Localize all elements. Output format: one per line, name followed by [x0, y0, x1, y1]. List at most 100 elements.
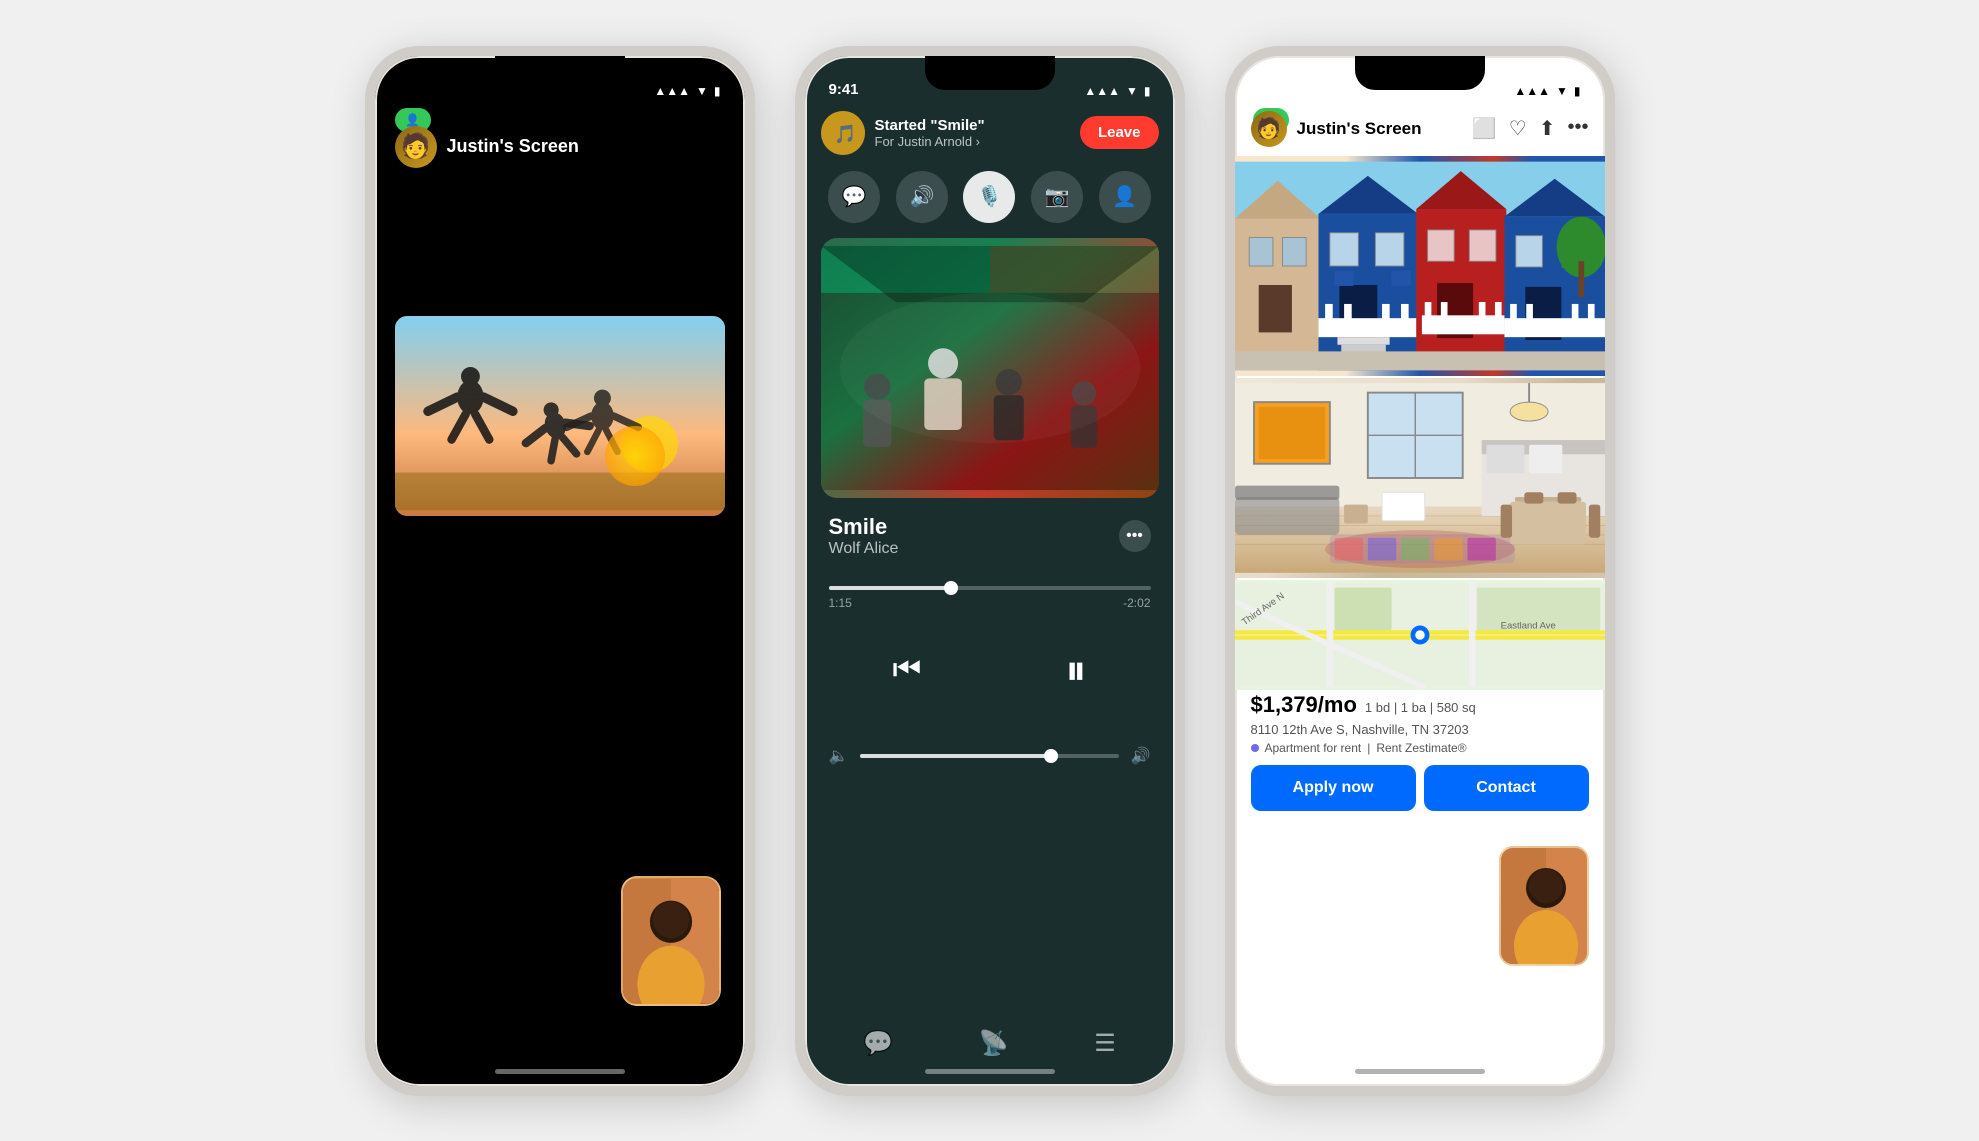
shareplay-info: Started "Smile" For Justin Arnold › [875, 117, 1070, 149]
property-details: $1,379/mo 1 bd | 1 ba | 580 sq 8110 12th… [1251, 692, 1589, 811]
price-line: $1,379/mo 1 bd | 1 ba | 580 sq [1251, 692, 1589, 718]
skydive-svg [395, 316, 725, 516]
playback-controls: ⏮ ⏸ [821, 646, 1159, 695]
camera-button[interactable]: 📷 [1031, 171, 1083, 223]
camera-icon: 📷 [1045, 184, 1070, 209]
zillow-facetime-pip[interactable] [1499, 846, 1589, 966]
property-type-line: Apartment for rent | Rent Zestimate® [1251, 741, 1589, 755]
facetime-pip[interactable] [621, 876, 721, 1006]
album-art-svg [821, 238, 1159, 498]
shareplay-header: 🎵 Started "Smile" For Justin Arnold › Le… [821, 111, 1159, 155]
apt-dot [1251, 744, 1259, 752]
phone1-signal-icon: ▲▲▲ [654, 84, 690, 98]
phone3-wrapper: ▲▲▲ ▼ ▮ 👤 🧑 Justin's Screen ⬜ ♡ ⬆ ••• [1225, 46, 1615, 1096]
skydive-video [395, 316, 725, 516]
track-info: Smile Wolf Alice ••• [829, 514, 1151, 558]
vol-high-icon: 🔊 [1131, 746, 1151, 766]
property-price: $1,379/mo [1251, 692, 1357, 718]
pip-person-svg [623, 876, 719, 1006]
phone1-home-indicator [495, 1069, 625, 1074]
shareplay-avatar-svg: 🎵 [821, 111, 865, 155]
contact-button[interactable]: Contact [1424, 765, 1589, 811]
property-specs: 1 bd | 1 ba | 580 sq [1365, 700, 1476, 715]
property-address: 8110 12th Ave S, Nashville, TN 37203 [1251, 722, 1589, 737]
progress-area: 1:15 -2:02 [829, 586, 1151, 610]
time-labels: 1:15 -2:02 [829, 596, 1151, 610]
phone2-wrapper: 9:41 ▲▲▲ ▼ ▮ 🎵 Started "Smile" For Justi… [795, 46, 1185, 1096]
speaker-icon: 🔊 [909, 184, 934, 209]
zillow-pip-svg [1501, 846, 1587, 966]
townhouse-svg [1235, 156, 1605, 376]
volume-bar[interactable] [860, 754, 1118, 758]
zillow-screen-title: Justin's Screen [1297, 119, 1462, 139]
phone1-status-icons: ▲▲▲ ▼ ▮ [654, 84, 720, 98]
phone1-header: 🧑 Justin's Screen [395, 126, 725, 168]
property-exterior-image [1235, 156, 1605, 376]
avatar-emoji: 🧑 [401, 132, 431, 161]
apply-now-button[interactable]: Apply now [1251, 765, 1416, 811]
phone2: 9:41 ▲▲▲ ▼ ▮ 🎵 Started "Smile" For Justi… [795, 46, 1185, 1096]
chat-icon: 💬 [842, 184, 867, 209]
shareplay-avatar: 🎵 [821, 111, 865, 155]
track-title: Smile [829, 514, 899, 540]
phone3-signal-icon: ▲▲▲ [1514, 84, 1550, 98]
phone1-wrapper: ▲▲▲ ▼ ▮ 👤 🧑 Justin's Screen [365, 46, 755, 1096]
shareplay-started-label: Started "Smile" [875, 117, 1070, 134]
shareplay-for-label: For Justin Arnold › [875, 134, 1070, 149]
more-icon[interactable]: ••• [1567, 116, 1588, 141]
share-icon[interactable]: ⬜ [1472, 116, 1497, 141]
leave-button[interactable]: Leave [1080, 116, 1159, 149]
phone3-home-indicator [1355, 1069, 1485, 1074]
more-options-button[interactable]: ••• [1119, 520, 1151, 552]
progress-bar-fill [829, 586, 948, 590]
phone2-notch [925, 56, 1055, 90]
sun-decoration [605, 426, 665, 486]
ellipsis-icon: ••• [1126, 527, 1143, 545]
phone2-battery-icon: ▮ [1144, 84, 1151, 98]
speaker-button[interactable]: 🔊 [896, 171, 948, 223]
queue-tab[interactable]: ☰ [1094, 1029, 1116, 1058]
phone2-time: 9:41 [829, 81, 859, 98]
vol-low-icon: 🔈 [829, 746, 849, 766]
lyrics-tab[interactable]: 💬 [863, 1029, 893, 1058]
phone3-battery-icon: ▮ [1574, 84, 1581, 98]
zillow-header: 🧑 Justin's Screen ⬜ ♡ ⬆ ••• [1251, 111, 1589, 147]
zillow-header-icons: ⬜ ♡ ⬆ ••• [1472, 116, 1589, 141]
mic-button[interactable]: 🎙️ [963, 171, 1015, 223]
elapsed-time: 1:15 [829, 596, 852, 610]
interior-svg [1235, 378, 1605, 578]
phone1-battery-icon: ▮ [714, 84, 721, 98]
pause-button[interactable]: ⏸ [1065, 646, 1086, 695]
phone1-wifi-icon: ▼ [696, 84, 708, 98]
phone2-signal-icon: ▲▲▲ [1084, 84, 1120, 98]
shareplay-icon: 👤 [405, 113, 420, 127]
favorite-icon[interactable]: ♡ [1509, 116, 1527, 141]
chat-button[interactable]: 💬 [828, 171, 880, 223]
phone2-home-indicator [925, 1069, 1055, 1074]
volume-slider-area: 🔈 🔊 [829, 746, 1151, 766]
progress-bar-bg [829, 586, 1151, 590]
zestimate-label: Rent Zestimate® [1376, 741, 1466, 755]
property-type: Apartment for rent [1265, 741, 1362, 755]
phone3: ▲▲▲ ▼ ▮ 👤 🧑 Justin's Screen ⬜ ♡ ⬆ ••• [1225, 46, 1615, 1096]
phone3-notch [1355, 56, 1485, 90]
music-tabbar: 💬 📡 ☰ [821, 1029, 1159, 1058]
remaining-time: -2:02 [1123, 596, 1150, 610]
upload-icon[interactable]: ⬆ [1539, 116, 1556, 141]
svg-text:🎵: 🎵 [834, 124, 856, 144]
mic-icon: 🎙️ [977, 184, 1002, 209]
track-text: Smile Wolf Alice [829, 514, 899, 558]
volume-fill [860, 754, 1054, 758]
shareplay-button[interactable]: 👤 [1099, 171, 1151, 223]
phone2-status-icons: ▲▲▲ ▼ ▮ [1084, 84, 1150, 98]
progress-thumb[interactable] [944, 581, 958, 595]
phone1-screen-title: Justin's Screen [447, 136, 579, 157]
volume-thumb[interactable] [1044, 749, 1058, 763]
phone1-notch [495, 56, 625, 90]
rewind-button[interactable]: ⏮ [893, 651, 922, 689]
separator: | [1367, 741, 1370, 755]
airplay-tab[interactable]: 📡 [979, 1029, 1009, 1058]
track-artist: Wolf Alice [829, 540, 899, 558]
phone3-wifi-icon: ▼ [1556, 84, 1568, 98]
shareplay-ctrl-icon: 👤 [1112, 184, 1137, 209]
